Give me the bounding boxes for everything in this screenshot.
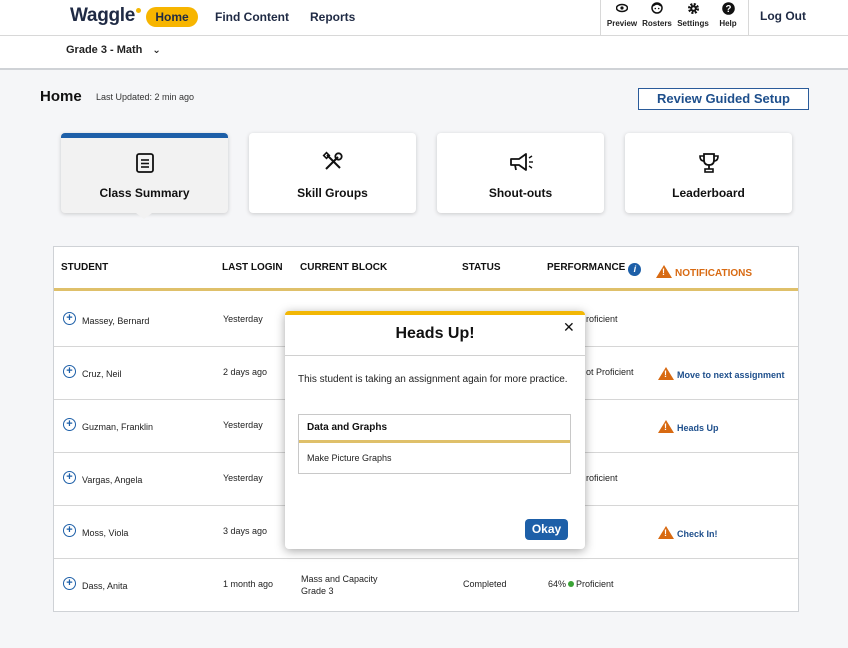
card-leaderboard[interactable]: Leaderboard	[625, 133, 792, 213]
col-notifications[interactable]: NOTIFICATIONS	[656, 265, 752, 279]
heads-up-modal: Heads Up! ✕ This student is taking an as…	[285, 311, 585, 549]
active-notch	[136, 213, 152, 219]
block-title: Mass and Capacity	[301, 574, 378, 584]
eye-icon	[602, 2, 642, 18]
last-login: Yesterday	[223, 473, 263, 483]
last-login: 3 days ago	[223, 526, 268, 536]
col-performance-label: PERFORMANCE	[547, 262, 626, 273]
page-title: Home	[40, 88, 82, 105]
review-guided-setup-button[interactable]: Review Guided Setup	[638, 88, 809, 110]
grade-selector[interactable]: Grade 3 - Math ⌄	[66, 44, 161, 56]
card-class-summary[interactable]: Class Summary	[61, 133, 228, 219]
expand-plus-icon[interactable]: +	[63, 418, 76, 431]
last-login: Yesterday	[223, 420, 263, 430]
status: Completed	[463, 579, 507, 589]
performance: roficient	[586, 473, 618, 483]
grade-bar: Grade 3 - Math ⌄	[0, 36, 848, 70]
performance-label: roficient	[586, 473, 618, 483]
performance-label: Proficient	[576, 579, 614, 589]
expand-plus-icon[interactable]: +	[63, 524, 76, 537]
col-last-login[interactable]: LAST LOGIN	[222, 262, 283, 273]
assignment-group: Data and Graphs	[299, 415, 570, 443]
grade-label: Grade 3 - Math	[66, 44, 143, 56]
col-student[interactable]: STUDENT	[61, 262, 108, 273]
card-label: Leaderboard	[672, 186, 745, 200]
chevron-down-icon: ⌄	[152, 45, 161, 56]
assignment-box: Data and Graphs Make Picture Graphs	[298, 414, 571, 474]
student-name[interactable]: Massey, Bernard	[82, 316, 149, 326]
performance-label: roficient	[586, 314, 618, 324]
list-icon	[61, 152, 228, 178]
notification-label: Check In!	[677, 529, 718, 539]
notification-link[interactable]: Check In!	[658, 526, 718, 539]
last-login: 2 days ago	[223, 367, 268, 377]
nav-reports[interactable]: Reports	[310, 7, 355, 27]
student-name[interactable]: Guzman, Franklin	[82, 422, 153, 432]
notification-label: Move to next assignment	[677, 370, 785, 380]
table-header: STUDENT LAST LOGIN CURRENT BLOCK STATUS …	[54, 247, 798, 291]
help-button[interactable]: ? Help	[708, 2, 748, 34]
preview-button[interactable]: Preview	[602, 2, 642, 34]
col-performance[interactable]: PERFORMANCE i	[547, 262, 642, 276]
info-icon[interactable]: i	[628, 263, 642, 276]
notification-label: Heads Up	[677, 423, 719, 433]
performance: 64% Proficient	[548, 579, 614, 589]
divider	[285, 355, 585, 356]
waggle-logo[interactable]: Waggle	[70, 5, 142, 27]
card-label: Shout-outs	[488, 186, 553, 200]
close-icon[interactable]: ✕	[563, 319, 575, 336]
col-notifications-label: NOTIFICATIONS	[675, 268, 753, 279]
expand-plus-icon[interactable]: +	[63, 471, 76, 484]
megaphone-icon	[437, 151, 604, 177]
warning-icon	[656, 265, 672, 278]
notification-link[interactable]: Heads Up	[658, 420, 719, 433]
card-label: Skill Groups	[297, 186, 368, 200]
modal-title: Heads Up!	[395, 325, 475, 342]
performance-percent: 64%	[548, 579, 567, 589]
performance: ot Proficient	[586, 367, 634, 377]
divider	[748, 0, 749, 36]
expand-plus-icon[interactable]: +	[63, 577, 76, 590]
svg-text:?: ?	[725, 4, 731, 15]
col-status[interactable]: STATUS	[462, 262, 501, 273]
last-updated: Last Updated: 2 min ago	[96, 92, 195, 102]
warning-icon	[658, 420, 674, 433]
okay-button[interactable]: Okay	[525, 519, 568, 540]
gear-icon	[673, 2, 713, 18]
nav-find-content[interactable]: Find Content	[215, 7, 289, 27]
nav-home[interactable]: Home	[146, 7, 198, 27]
table-row[interactable]: + Dass, Anita 1 month ago Mass and Capac…	[54, 559, 798, 612]
top-nav: Waggle Home Find Content Reports Preview…	[0, 0, 848, 36]
warning-icon	[658, 526, 674, 539]
logout-link[interactable]: Log Out	[760, 9, 806, 23]
rosters-button[interactable]: Rosters	[637, 2, 677, 34]
last-login: Yesterday	[223, 314, 263, 324]
last-login: 1 month ago	[223, 579, 274, 589]
card-label: Class Summary	[99, 186, 190, 200]
expand-plus-icon[interactable]: +	[63, 312, 76, 325]
performance-label: ot Proficient	[586, 367, 634, 377]
warning-icon	[658, 367, 674, 380]
help-icon: ?	[708, 2, 748, 18]
assignment-name: Make Picture Graphs	[307, 453, 392, 463]
notification-link[interactable]: Move to next assignment	[658, 367, 785, 380]
student-name[interactable]: Vargas, Angela	[82, 475, 142, 485]
expand-plus-icon[interactable]: +	[63, 365, 76, 378]
proficient-dot-icon	[568, 581, 575, 587]
card-shout-outs[interactable]: Shout-outs	[437, 133, 604, 213]
student-name[interactable]: Dass, Anita	[82, 581, 128, 591]
settings-button[interactable]: Settings	[673, 2, 713, 34]
modal-message: This student is taking an assignment aga…	[298, 374, 568, 385]
card-skill-groups[interactable]: Skill Groups	[249, 133, 416, 213]
col-current-block[interactable]: CURRENT BLOCK	[300, 262, 387, 273]
divider	[600, 0, 601, 36]
current-block: Mass and Capacity Grade 3	[301, 573, 378, 597]
performance: roficient	[586, 314, 618, 324]
student-name[interactable]: Cruz, Neil	[82, 369, 122, 379]
face-icon	[637, 2, 677, 18]
block-grade: Grade 3	[301, 586, 334, 596]
trophy-icon	[625, 151, 792, 177]
tools-icon	[249, 151, 416, 177]
student-name[interactable]: Moss, Viola	[82, 528, 128, 538]
